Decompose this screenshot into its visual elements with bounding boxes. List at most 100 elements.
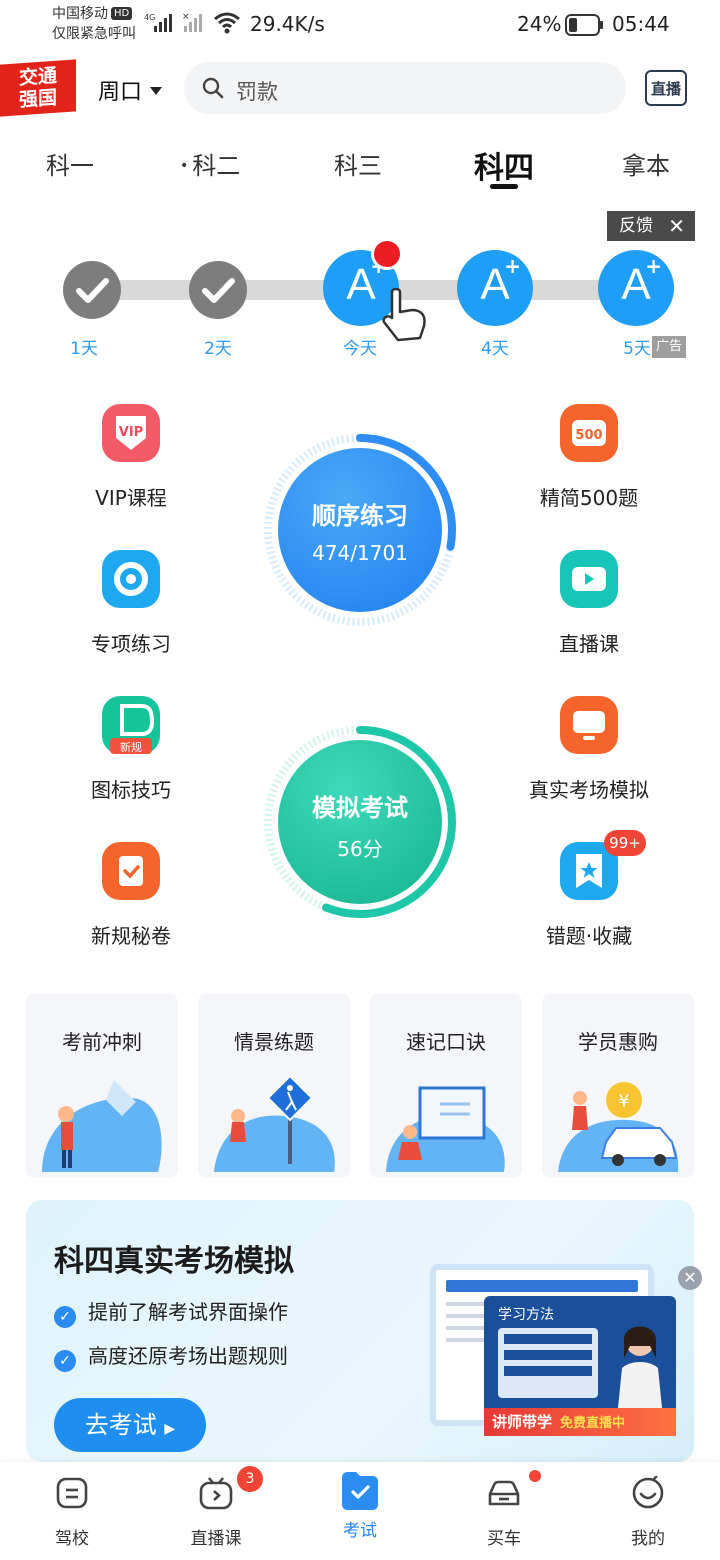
city-name: 周口 [98,80,143,105]
500-text: 500 [575,428,602,443]
sparkle-icon: • [180,158,189,174]
grid-new-rule-papers[interactable]: 新规秘卷 [41,842,221,949]
practice-progress-text: 474/1701 [312,541,408,565]
nav-driving-school[interactable]: 驾校 [22,1476,122,1549]
tab-ke2[interactable]: • 科二 [180,146,240,181]
search-placeholder: 罚款 [236,80,278,104]
nav-profile[interactable]: 我的 [598,1475,698,1549]
carrier-info: 中国移动 HD 仅限紧急呼叫 [52,4,136,44]
feedback-button[interactable]: 反馈 ✕ [607,211,695,241]
bookmark-icon: 99+ [560,830,646,900]
profile-icon [631,1475,665,1510]
plus-icon: + [504,254,521,278]
exam-score: 56分 [337,837,383,861]
live-button[interactable]: 直播 [645,70,687,106]
reading-illustration [386,1086,505,1172]
grid-label: 新规秘卷 [91,924,171,948]
grid-special-practice[interactable]: 专项练习 [41,550,221,657]
nav-exam[interactable]: 考试 [310,1472,410,1541]
city-selector[interactable]: 周口 [98,74,163,106]
bottom-navigation: 驾校 3 直播课 考试 买车 我的 [0,1462,720,1560]
grid-vip-course[interactable]: VIP VIP课程 [41,404,221,511]
day-node-2[interactable] [189,261,247,319]
hd-badge: HD [111,7,133,20]
card-quick-memory[interactable]: 速记口诀 [370,994,522,1178]
card-title: 考前冲刺 [62,1030,142,1054]
day-node-1[interactable] [63,261,121,319]
check-circle-icon: ✓ [54,1306,76,1328]
grid-label: 专项练习 [91,632,171,656]
card-student-deals[interactable]: 学员惠购 ¥ [542,994,694,1178]
caret-down-icon [150,87,163,95]
svg-text:×: × [182,12,190,22]
tab-ke3[interactable]: 科三 [334,146,382,181]
emergency-text: 仅限紧急呼叫 [52,26,136,42]
network-type: 4G [144,13,155,22]
grade-a-letter: A [621,260,651,309]
card-scenario-practice[interactable]: 情景练题 [198,994,350,1178]
day-label: 4天 [481,339,509,359]
wifi-icon [214,12,240,38]
exam-core: 模拟考试 56分 [278,740,442,904]
day-node-4[interactable]: A + [457,250,533,326]
mock-exam-button[interactable]: 模拟考试 56分 [262,724,458,920]
svg-text:¥: ¥ [618,1091,629,1112]
grid-label: VIP课程 [95,486,167,510]
grid-label: 错题·收藏 [545,924,633,948]
nav-label: 驾校 [55,1529,89,1549]
practice-core: 顺序练习 474/1701 [278,448,442,612]
live-promo-card[interactable]: 学习方法 讲师带学 免费直播中 [484,1296,676,1436]
check-icon [202,278,235,303]
nav-buy-car[interactable]: 买车 [454,1470,554,1549]
pedestrian-sign-illustration [214,1074,335,1172]
go-exam-button[interactable]: 去考试 ▶ [54,1398,206,1452]
banner-close-icon[interactable]: ✕ [678,1266,702,1290]
sequential-practice-button[interactable]: 顺序练习 474/1701 [262,432,458,628]
check-icon [76,278,109,303]
search-icon [202,77,224,99]
new-rule-tag: 新规 [120,740,142,754]
close-icon[interactable]: ✕ [668,211,685,241]
tv-icon: 3 [199,1466,263,1510]
card-title: 情景练题 [234,1030,314,1054]
car-coin-illustration: ¥ [558,1082,679,1172]
day-node-5[interactable]: A + [598,250,674,326]
nav-label: 考试 [343,1521,377,1541]
promo-title: 学习方法 [498,1307,554,1323]
tab-ke4[interactable]: 科四 [474,143,534,187]
card-pre-exam-sprint[interactable]: 考前冲刺 [26,994,178,1178]
nav-label: 直播课 [190,1529,242,1549]
tab-indicator [490,184,518,189]
app-logo: 交通 强国 [0,59,76,117]
count-badge: 99+ [604,830,646,856]
battery-icon [565,14,605,40]
status-bar: 中国移动 HD 仅限紧急呼叫 4G × 29.4K/s 24% 05:44 [0,0,720,52]
search-bar[interactable]: 罚款 [184,62,626,114]
grid-real-exam-sim[interactable]: 真实考场模拟 [499,696,679,803]
grid-label: 直播课 [559,632,619,656]
monitor-icon [560,696,618,754]
real-exam-banner[interactable]: 科四真实考场模拟 ✓ 提前了解考试界面操作 ✓ 高度还原考场出题规则 去考试 ▶ 学… [26,1200,694,1462]
banner-point: ✓ 高度还原考场出题规则 [54,1340,288,1372]
target-icon [102,550,160,608]
nav-label: 买车 [487,1529,521,1549]
nav-label: 我的 [631,1529,665,1549]
grid-label: 真实考场模拟 [529,778,649,802]
clipboard-icon [102,842,160,900]
day-label: 2天 [204,339,232,359]
grid-500-questions[interactable]: 500 精简500题 [499,404,679,511]
clock: 05:44 [612,12,670,36]
grid-sign-tips[interactable]: 新规 图标技巧 [41,696,221,803]
sign-icon: 新规 [102,696,160,754]
nav-badge: 3 [237,1466,263,1492]
banner-point: ✓ 提前了解考试界面操作 [54,1296,288,1328]
grid-mistakes-favorites[interactable]: 99+ 错题·收藏 [499,830,679,949]
tab-nabne[interactable]: 拿本 [622,146,670,181]
exam-icon [338,1468,382,1512]
vip-icon: VIP [102,404,160,462]
grid-live-course[interactable]: 直播课 [499,550,679,657]
nav-live-course[interactable]: 3 直播课 [166,1466,266,1549]
tab-ke1[interactable]: 科一 [46,146,94,181]
battery-percent: 24% [517,12,562,36]
free-live-label: 免费直播中 [560,1416,626,1431]
